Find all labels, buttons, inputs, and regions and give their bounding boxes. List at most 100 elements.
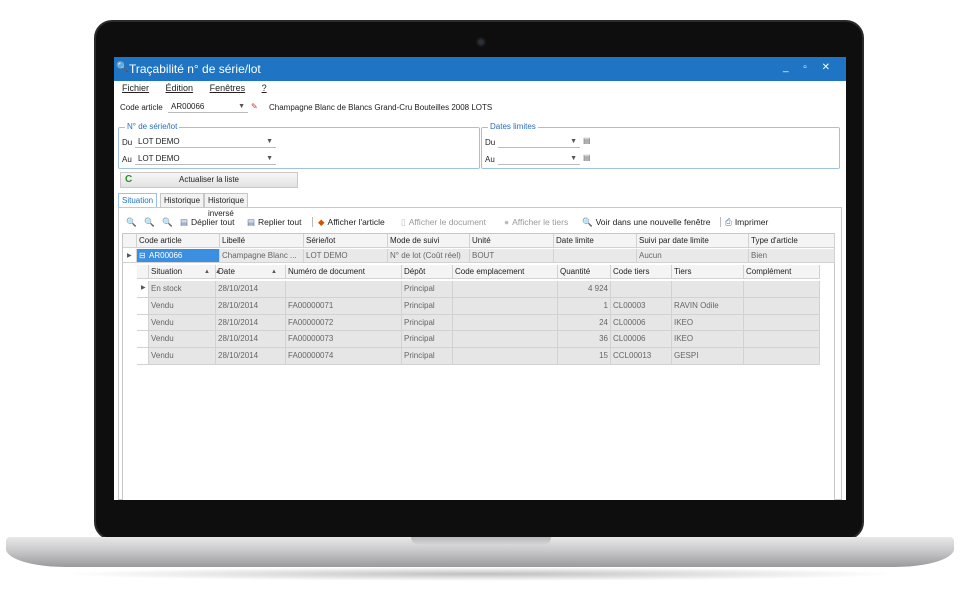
detail-cell-date[interactable]: 28/10/2014 bbox=[216, 281, 286, 298]
window-controls[interactable]: _ ▫ ✕ bbox=[783, 62, 836, 73]
detail-row[interactable]: ▶ En stock 28/10/2014 Principal 4 924 bbox=[137, 281, 836, 298]
detail-cell-tiers[interactable]: IKEO bbox=[672, 331, 744, 349]
detail-cell-situation[interactable]: Vendu bbox=[149, 314, 216, 332]
detail-cell-numero[interactable]: FA00000071 bbox=[286, 297, 402, 315]
column-header-type-article[interactable]: Type d'article bbox=[749, 234, 835, 248]
detail-cell-complement[interactable] bbox=[744, 331, 820, 349]
detail-cell-quantite[interactable]: 15 bbox=[558, 348, 611, 365]
menu-help[interactable]: ? bbox=[262, 83, 267, 93]
detail-cell-quantite[interactable]: 4 924 bbox=[558, 281, 611, 298]
column-header-unite[interactable]: Unité bbox=[470, 234, 554, 248]
edit-pencil-icon[interactable]: ✎ bbox=[251, 102, 258, 111]
show-article-button[interactable]: ◆ Afficher l'article bbox=[318, 214, 385, 230]
chevron-down-icon[interactable]: ▼ bbox=[238, 101, 245, 113]
tab-situation[interactable]: Situation bbox=[118, 193, 158, 207]
column-header-serie-lot[interactable]: Série/lot bbox=[304, 234, 388, 248]
serial-from-combo[interactable]: LOT DEMO ▼ bbox=[135, 136, 276, 148]
detail-header-numero[interactable]: Numéro de document bbox=[286, 265, 402, 279]
detail-cell-quantite[interactable]: 36 bbox=[558, 331, 611, 349]
column-header-mode-suivi[interactable]: Mode de suivi bbox=[388, 234, 470, 248]
detail-cell-tiers[interactable]: GESPI bbox=[672, 348, 744, 365]
detail-row[interactable]: Vendu 28/10/2014 FA00000071 Principal 1 CL000… bbox=[137, 297, 836, 315]
menu-fichier[interactable]: Fichier bbox=[122, 83, 149, 93]
detail-cell-complement[interactable] bbox=[744, 281, 820, 298]
detail-cell-numero[interactable]: FA00000073 bbox=[286, 331, 402, 349]
tab-historique-inverse[interactable]: Historique inversé bbox=[204, 193, 249, 218]
detail-row[interactable]: Vendu 28/10/2014 FA00000073 Principal 36 CL00… bbox=[137, 331, 836, 349]
menu-edition[interactable]: Édition bbox=[166, 83, 194, 93]
detail-row[interactable]: Vendu 28/10/2014 FA00000072 Principal 24 CL00… bbox=[137, 314, 836, 332]
menu-fenetres[interactable]: Fenêtres bbox=[210, 83, 246, 93]
master-cell-libelle[interactable]: Champagne Blanc ... bbox=[220, 249, 304, 263]
detail-cell-date[interactable]: 28/10/2014 bbox=[216, 314, 286, 332]
master-cell-unite[interactable]: BOUT bbox=[470, 249, 554, 263]
detail-header-code-tiers[interactable]: Code tiers bbox=[611, 265, 672, 279]
master-row[interactable]: ▶ ⊟ AR00066 Champagne Blanc ... LOT DEMO … bbox=[123, 249, 836, 263]
detail-cell-situation[interactable]: Vendu bbox=[149, 331, 216, 349]
detail-cell-code-tiers[interactable]: CCL00013 bbox=[611, 348, 672, 365]
detail-cell-code-emplacement[interactable] bbox=[453, 281, 558, 298]
zoom-out-icon[interactable]: 🔍 bbox=[144, 214, 155, 230]
detail-cell-complement[interactable] bbox=[744, 314, 820, 332]
detail-cell-tiers[interactable] bbox=[672, 281, 744, 298]
detail-cell-code-tiers[interactable]: CL00006 bbox=[611, 314, 672, 332]
collapse-all-button[interactable]: ▤ Replier tout bbox=[247, 214, 302, 230]
master-cell-suivi[interactable]: Aucun bbox=[637, 249, 749, 263]
chevron-down-icon[interactable]: ▼ bbox=[266, 136, 273, 148]
tab-historique[interactable]: Historique bbox=[160, 193, 205, 207]
date-from-field[interactable]: ▼ bbox=[498, 136, 580, 148]
master-cell-code[interactable]: ⊟ AR00066 bbox=[137, 249, 220, 263]
detail-cell-depot[interactable]: Principal bbox=[402, 297, 453, 315]
print-button[interactable]: ⎙ Imprimer bbox=[725, 214, 768, 230]
master-cell-date-limite[interactable] bbox=[554, 249, 637, 263]
detail-cell-complement[interactable] bbox=[744, 348, 820, 365]
chevron-down-icon[interactable]: ▼ bbox=[266, 153, 273, 165]
column-header-code-article[interactable]: Code article bbox=[137, 234, 220, 248]
detail-cell-code-emplacement[interactable] bbox=[453, 314, 558, 332]
zoom-reset-icon[interactable]: 🔍 bbox=[162, 214, 173, 230]
detail-cell-situation[interactable]: Vendu bbox=[149, 348, 216, 365]
detail-cell-numero[interactable] bbox=[286, 281, 402, 298]
article-code-combo[interactable]: AR00066 ▼ bbox=[168, 101, 248, 113]
detail-cell-numero[interactable]: FA00000074 bbox=[286, 348, 402, 365]
column-header-suivi-date-limite[interactable]: Suivi par date limite bbox=[637, 234, 749, 248]
zoom-in-icon[interactable]: 🔍 bbox=[126, 214, 137, 230]
calendar-icon[interactable]: ▤ bbox=[583, 136, 591, 145]
detail-cell-date[interactable]: 28/10/2014 bbox=[216, 297, 286, 315]
detail-cell-depot[interactable]: Principal bbox=[402, 281, 453, 298]
column-header-date-limite[interactable]: Date limite bbox=[554, 234, 637, 248]
detail-cell-complement[interactable] bbox=[744, 297, 820, 315]
new-window-button[interactable]: 🔍 Voir dans une nouvelle fenêtre bbox=[582, 214, 710, 230]
serial-to-combo[interactable]: LOT DEMO ▼ bbox=[135, 153, 276, 165]
detail-cell-numero[interactable]: FA00000072 bbox=[286, 314, 402, 332]
master-cell-type[interactable]: Bien bbox=[749, 249, 835, 263]
detail-cell-code-emplacement[interactable] bbox=[453, 331, 558, 349]
detail-cell-code-emplacement[interactable] bbox=[453, 348, 558, 365]
detail-header-quantite[interactable]: Quantité bbox=[558, 265, 611, 279]
show-third-party-button[interactable]: ● Afficher le tiers bbox=[504, 214, 568, 230]
detail-cell-tiers[interactable]: IKEO bbox=[672, 314, 744, 332]
detail-cell-quantite[interactable]: 24 bbox=[558, 314, 611, 332]
detail-cell-situation[interactable]: Vendu bbox=[149, 297, 216, 315]
detail-cell-code-tiers[interactable]: CL00003 bbox=[611, 297, 672, 315]
detail-row[interactable]: Vendu 28/10/2014 FA00000074 Principal 15 CCL0… bbox=[137, 348, 836, 365]
master-cell-serie[interactable]: LOT DEMO bbox=[304, 249, 388, 263]
detail-cell-date[interactable]: 28/10/2014 bbox=[216, 331, 286, 349]
detail-cell-code-emplacement[interactable] bbox=[453, 297, 558, 315]
detail-cell-quantite[interactable]: 1 bbox=[558, 297, 611, 315]
detail-cell-depot[interactable]: Principal bbox=[402, 331, 453, 349]
detail-cell-depot[interactable]: Principal bbox=[402, 314, 453, 332]
date-to-field[interactable]: ▼ bbox=[498, 153, 580, 165]
column-header-libelle[interactable]: Libellé bbox=[220, 234, 304, 248]
detail-cell-situation[interactable]: En stock bbox=[149, 281, 216, 298]
detail-cell-code-tiers[interactable]: CL00006 bbox=[611, 331, 672, 349]
detail-cell-code-tiers[interactable] bbox=[611, 281, 672, 298]
detail-header-code-emplacement[interactable]: Code emplacement bbox=[453, 265, 558, 279]
chevron-down-icon[interactable]: ▼ bbox=[570, 153, 577, 165]
chevron-down-icon[interactable]: ▼ bbox=[570, 136, 577, 148]
master-cell-mode[interactable]: N° de lot (Coût réel) bbox=[388, 249, 470, 263]
collapse-icon[interactable]: ⊟ bbox=[139, 249, 146, 262]
refresh-list-button[interactable]: C Actualiser la liste bbox=[120, 172, 298, 188]
detail-header-complement[interactable]: Complément bbox=[744, 265, 820, 279]
detail-cell-tiers[interactable]: RAVIN Odile bbox=[672, 297, 744, 315]
